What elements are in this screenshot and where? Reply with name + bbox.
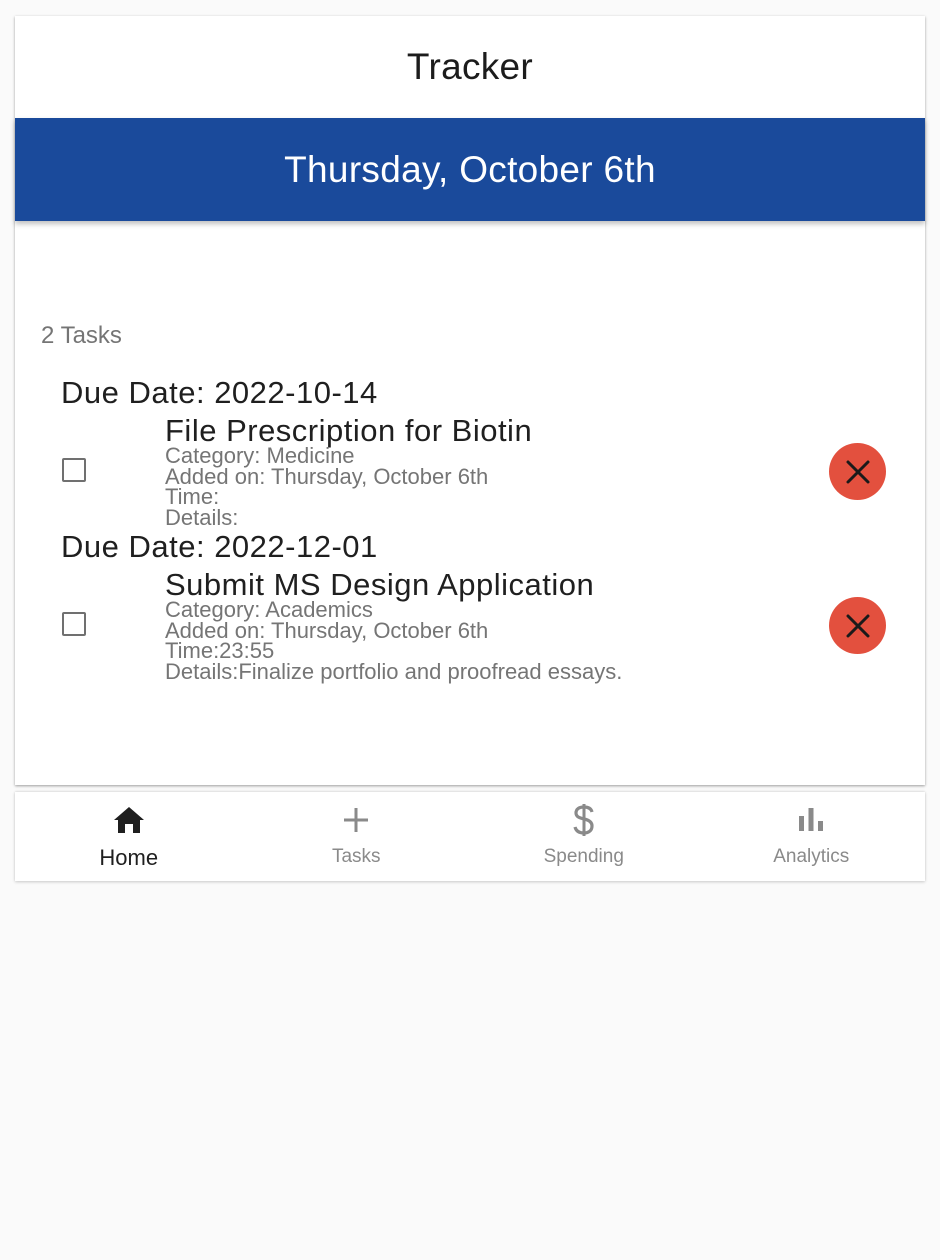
nav-analytics-label: Analytics bbox=[773, 846, 850, 867]
task-details: Details: bbox=[165, 504, 239, 530]
nav-home-label: Home bbox=[99, 845, 159, 870]
bar-chart-icon bbox=[797, 804, 825, 836]
date-banner: Thursday, October 6th bbox=[15, 118, 925, 221]
close-icon bbox=[846, 460, 869, 483]
nav-spending-label: Spending bbox=[543, 846, 624, 867]
delete-task-button[interactable] bbox=[829, 597, 886, 654]
plus-icon bbox=[341, 804, 371, 836]
task-complete-checkbox[interactable] bbox=[62, 458, 86, 482]
due-date-heading: Due Date: 2022-10-14 bbox=[61, 375, 378, 410]
nav-home[interactable]: Home bbox=[15, 792, 243, 881]
home-icon bbox=[112, 804, 146, 836]
task-details: Details:Finalize portfolio and proofread… bbox=[165, 658, 623, 684]
nav-tasks-label: Tasks bbox=[331, 846, 381, 867]
nav-tasks[interactable]: Tasks bbox=[243, 792, 471, 881]
task-complete-checkbox[interactable] bbox=[62, 612, 86, 636]
nav-spending[interactable]: Spending bbox=[470, 792, 698, 881]
close-icon bbox=[846, 614, 869, 637]
main-card: Tracker Thursday, October 6th 2 Tasks Du… bbox=[15, 16, 925, 785]
bottom-navigation: Home Tasks Spending Analytics bbox=[15, 792, 925, 881]
dollar-icon bbox=[572, 804, 596, 836]
app-title: Tracker bbox=[406, 46, 534, 87]
due-date-heading: Due Date: 2022-12-01 bbox=[61, 529, 378, 564]
delete-task-button[interactable] bbox=[829, 443, 886, 500]
nav-analytics[interactable]: Analytics bbox=[698, 792, 926, 881]
task-count: 2 Tasks bbox=[41, 322, 122, 349]
